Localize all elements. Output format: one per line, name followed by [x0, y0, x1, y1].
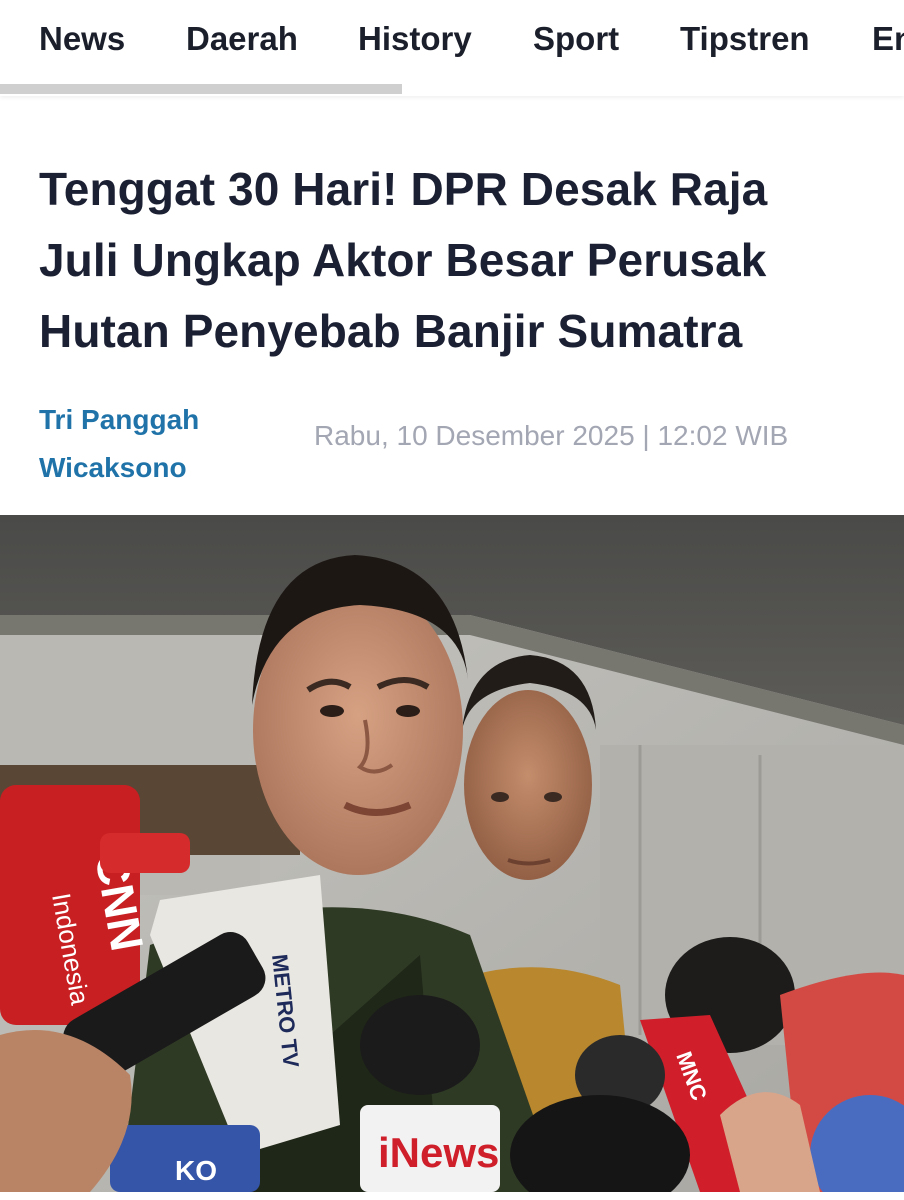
nav-item-tipstren[interactable]: Tipstren [680, 20, 810, 58]
nav-item-en[interactable]: En [872, 20, 904, 58]
nav-item-news[interactable]: News [39, 20, 125, 58]
article-hero-image: CNN Indonesia METRO TV iNews KO MNC [0, 515, 904, 1192]
top-navigation: News Daerah History Sport Tipstren En [0, 0, 904, 96]
inews-mic-label: iNews [378, 1129, 499, 1176]
kompas-mic-label: KO [175, 1155, 217, 1186]
nav-item-sport[interactable]: Sport [533, 20, 619, 58]
article-title: Tenggat 30 Hari! DPR Desak Raja Juli Ung… [39, 163, 768, 357]
nav-scroll-indicator [0, 84, 402, 94]
nav-item-daerah[interactable]: Daerah [186, 20, 298, 58]
hero-photo-illustration: CNN Indonesia METRO TV iNews KO MNC [0, 515, 904, 1192]
publish-date: Rabu, 10 Desember 2025 | 12:02 WIB [314, 420, 789, 451]
nav-item-history[interactable]: History [358, 20, 472, 58]
author-link[interactable]: Tri Panggah Wicaksono [39, 396, 259, 492]
